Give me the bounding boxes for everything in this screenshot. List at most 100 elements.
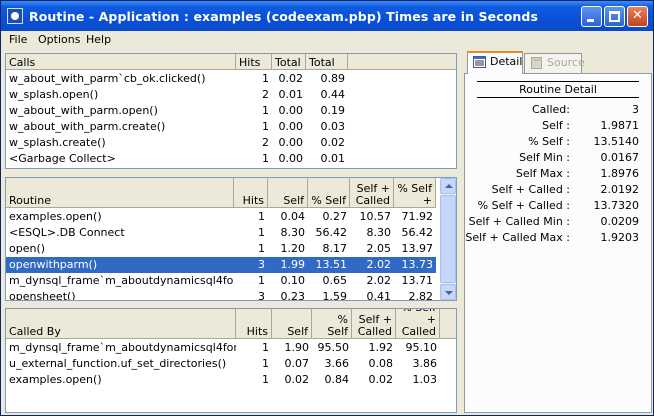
detail-label: Self + Called Min :	[468, 215, 570, 228]
row-value-cell: 0.04	[280, 210, 306, 223]
row-name-cell: openwithparm()	[9, 258, 98, 271]
calls-header-pct-total[interactable]: % Total	[306, 54, 348, 70]
row-name-cell: examples.open()	[9, 210, 102, 223]
table-row[interactable]: openwithparm() 3 1.99 13.51 2.02 13.73	[6, 257, 436, 273]
routine-header-self[interactable]: Self	[268, 178, 308, 208]
window-title: Routine - Application : examples (codeex…	[29, 9, 539, 24]
minimize-icon	[587, 19, 594, 22]
calledby-header-hits[interactable]: Hits	[236, 309, 272, 339]
routine-detail-title: Routine Detail	[477, 81, 639, 98]
calledby-header-pct-self[interactable]: % Self	[312, 309, 352, 339]
menu-file[interactable]: File	[9, 33, 27, 46]
row-value-cell: 0.00	[278, 120, 304, 133]
table-row[interactable]: w_about_with_parm`cb_ok.clicked() 1 0.02 0.…	[6, 71, 456, 87]
close-button[interactable]: ✕	[627, 6, 648, 27]
title-bar[interactable]: Routine - Application : examples (codeex…	[1, 1, 653, 31]
table-row[interactable]: opensheet() 3 0.23 1.59 0.41 2.82	[6, 289, 436, 301]
minimize-button[interactable]	[581, 6, 602, 27]
scroll-thumb[interactable]	[440, 195, 456, 283]
maximize-button[interactable]	[604, 6, 625, 27]
row-value-cell: 3	[258, 258, 265, 271]
detail-label: Called:	[532, 103, 570, 116]
row-value-cell: 0.01	[320, 152, 346, 165]
calledby-header-pct-self-called[interactable]: % Self + Called	[396, 309, 440, 339]
routine-header-pct-self-called[interactable]: % Self +	[394, 178, 436, 208]
table-row[interactable]: w_splash.create() 2 0.00 0.02	[6, 135, 456, 151]
routine-header-hits[interactable]: Hits	[234, 178, 268, 208]
row-value-cell: 13.71	[401, 274, 434, 287]
row-value-cell: 1.03	[412, 373, 438, 386]
row-name-cell: w_about_with_parm.open()	[9, 104, 158, 117]
row-value-cell: 0.00	[278, 104, 304, 117]
table-row[interactable]: w_splash.open() 2 0.01 0.44	[6, 87, 456, 103]
table-row[interactable]: <ESQL>.DB Connect 1 8.30 56.42 8.30 56.42	[6, 225, 436, 241]
detail-panel: Detail Source Routine Detail Called: 3 Sel…	[464, 51, 652, 413]
maximize-icon	[609, 11, 620, 22]
row-value-cell: 13.97	[401, 242, 434, 255]
app-window: Routine - Application : examples (codeex…	[0, 0, 654, 416]
table-row[interactable]: m_dynsql_frame`m_aboutdynamicsql4formats…	[6, 340, 456, 356]
row-value-cell: 1	[262, 373, 269, 386]
table-row[interactable]: w_about_with_parm.open() 1 0.00 0.19	[6, 103, 456, 119]
tab-detail-label: Detail	[490, 55, 523, 68]
menu-options[interactable]: Options	[38, 33, 80, 46]
row-value-cell: 0.02	[278, 72, 304, 85]
row-value-cell: 95.50	[317, 341, 350, 354]
detail-label: Self + Called :	[491, 183, 570, 196]
calls-header-hits[interactable]: Hits	[236, 54, 272, 70]
calledby-header-self[interactable]: Self	[272, 309, 312, 339]
row-value-cell: 13.51	[315, 258, 348, 271]
called-by-grid[interactable]: Called By Hits Self % Self Self + Called…	[5, 308, 457, 413]
table-row[interactable]: <Garbage Collect> 1 0.00 0.01	[6, 151, 456, 167]
splitter-horizontal-1[interactable]	[5, 169, 457, 176]
calledby-header-self-called[interactable]: Self + Called	[352, 309, 396, 339]
row-value-cell: 2.05	[366, 242, 392, 255]
row-value-cell: 0.27	[322, 210, 348, 223]
row-value-cell: 0.07	[284, 357, 310, 370]
calls-header-filler	[348, 54, 456, 70]
splitter-horizontal-2[interactable]	[5, 301, 457, 308]
routine-grid[interactable]: Routine Hits Self % Self Self + Called %…	[5, 177, 457, 301]
splitter-vertical[interactable]	[457, 53, 464, 413]
detail-row: Self + Called : 2.0192	[465, 182, 653, 198]
detail-label: % Self :	[528, 135, 570, 148]
detail-value: 1.8976	[600, 167, 640, 180]
tab-detail[interactable]: Detail	[467, 51, 523, 74]
row-value-cell: 56.42	[401, 226, 434, 239]
row-value-cell: 1.59	[322, 290, 348, 301]
routine-header-pct-self[interactable]: % Self	[308, 178, 350, 208]
row-name-cell: open()	[9, 242, 46, 255]
table-row[interactable]: u_external_function.uf_set_directories()…	[6, 356, 456, 372]
table-row[interactable]: m_dynsql_frame`m_aboutdynamicsql4formats…	[6, 273, 436, 289]
row-name-cell: m_dynsql_frame`m_aboutdynamicsql4formats	[9, 341, 236, 354]
routine-header-routine[interactable]: Routine	[6, 178, 234, 208]
app-icon[interactable]	[7, 8, 23, 24]
table-row[interactable]: w_about_with_parm.create() 1 0.00 0.03	[6, 119, 456, 135]
calledby-header-called-by[interactable]: Called By	[6, 309, 236, 339]
routine-header-self-called[interactable]: Self + Called	[350, 178, 394, 208]
row-name-cell: <ESQL>.DB Connect	[9, 226, 125, 239]
tab-source[interactable]: Source	[524, 53, 585, 73]
row-name-cell: opensheet()	[9, 290, 76, 301]
calls-header-calls[interactable]: Calls	[6, 54, 236, 70]
routine-scrollbar[interactable]	[440, 178, 456, 300]
row-value-cell: 0.00	[278, 136, 304, 149]
row-value-cell: 2.02	[366, 274, 392, 287]
table-row[interactable]: examples.open() 1 0.04 0.27 10.57 71.92	[6, 209, 436, 225]
row-value-cell: 3.66	[324, 357, 350, 370]
detail-row: % Self : 13.5140	[465, 134, 653, 150]
table-row[interactable]: examples.open() 1 0.02 0.84 0.02 1.03	[6, 372, 456, 388]
scroll-down-button[interactable]	[440, 284, 456, 300]
detail-row: Self + Called Min : 0.0209	[465, 214, 653, 230]
menu-help[interactable]: Help	[86, 33, 111, 46]
detail-row: % Self + Called : 13.7320	[465, 198, 653, 214]
scroll-up-button[interactable]	[440, 178, 456, 194]
arrow-up-icon	[445, 184, 453, 188]
row-value-cell: 1.99	[280, 258, 306, 271]
calls-grid[interactable]: Calls Hits Total % Total w_about_with_pa…	[5, 53, 457, 169]
table-row[interactable]: open() 1 1.20 8.17 2.05 13.97	[6, 241, 436, 257]
row-value-cell: 8.30	[366, 226, 392, 239]
detail-row: Self : 1.9871	[465, 118, 653, 134]
calls-header-total[interactable]: Total	[272, 54, 306, 70]
row-value-cell: 0.41	[366, 290, 392, 301]
